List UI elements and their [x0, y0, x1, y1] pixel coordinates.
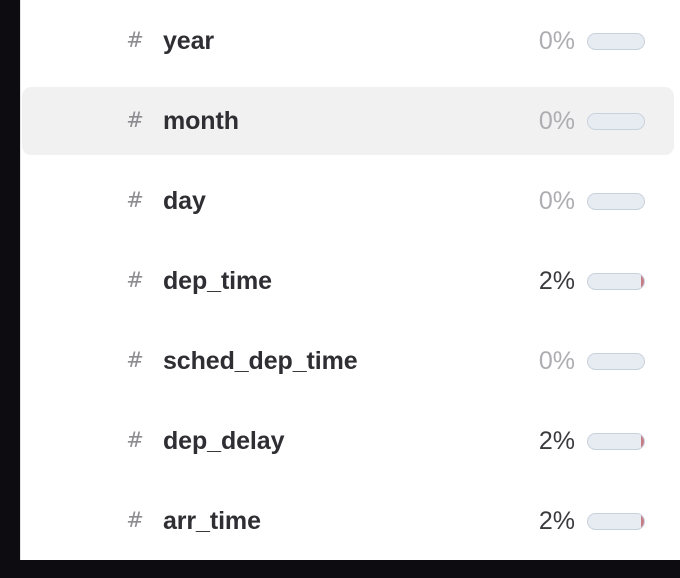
- completeness-bar: [587, 112, 645, 130]
- completeness-bar: [587, 192, 645, 210]
- hash-icon: #: [126, 267, 144, 292]
- completeness-bar-missing-segment: [641, 433, 644, 449]
- completeness-bar: [587, 32, 645, 50]
- completeness-bar: [587, 512, 645, 530]
- hash-icon: #: [126, 27, 144, 52]
- hash-icon: #: [126, 507, 144, 532]
- hash-icon: #: [126, 347, 144, 372]
- completeness-bar: [587, 432, 645, 450]
- column-name-label: year: [163, 26, 215, 55]
- column-row[interactable]: # month 0%: [22, 87, 674, 155]
- column-name-label: day: [163, 186, 206, 215]
- column-name-label: arr_time: [163, 506, 261, 535]
- missing-percent-label: 0%: [538, 106, 575, 135]
- column-row[interactable]: # year 0%: [22, 7, 674, 75]
- bottom-edge-strip: [0, 560, 680, 578]
- column-name-label: dep_delay: [163, 426, 285, 455]
- column-summary-panel-inner: # year 0% # month 0% # day 0% # dep_time 2% # sched_d…: [21, 0, 680, 560]
- missing-percent-label: 2%: [538, 266, 575, 295]
- column-name-label: dep_time: [163, 266, 272, 295]
- hash-icon: #: [126, 187, 144, 212]
- column-row[interactable]: # day 0%: [22, 167, 674, 235]
- completeness-bar: [587, 352, 645, 370]
- missing-percent-label: 2%: [538, 426, 575, 455]
- column-name-label: month: [163, 106, 239, 135]
- column-row[interactable]: # sched_dep_time 0%: [22, 327, 674, 395]
- completeness-bar-missing-segment: [641, 273, 644, 289]
- column-row[interactable]: # dep_delay 2%: [22, 407, 674, 475]
- column-name-label: sched_dep_time: [163, 346, 358, 375]
- completeness-bar: [587, 272, 645, 290]
- missing-percent-label: 0%: [538, 26, 575, 55]
- completeness-bar-missing-segment: [641, 513, 644, 529]
- column-row[interactable]: # dep_time 2%: [22, 247, 674, 315]
- hash-icon: #: [126, 107, 144, 132]
- missing-percent-label: 2%: [538, 506, 575, 535]
- hash-icon: #: [126, 427, 144, 452]
- column-summary-panel: # year 0% # month 0% # day 0% # dep_time 2% # sched_d…: [20, 0, 680, 560]
- missing-percent-label: 0%: [538, 346, 575, 375]
- missing-percent-label: 0%: [538, 186, 575, 215]
- screen-root: # year 0% # month 0% # day 0% # dep_time 2% # sched_d…: [0, 0, 680, 578]
- column-row[interactable]: # arr_time 2%: [22, 487, 674, 555]
